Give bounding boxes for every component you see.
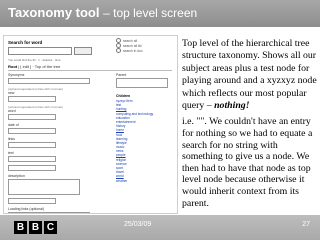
bbc-logo-letter: B	[14, 221, 27, 234]
slide-title-main: Taxonomy tool	[8, 5, 100, 20]
slide-title: Taxonomy tool – top level screen	[8, 5, 197, 21]
search-option-label: search all	[123, 38, 138, 43]
root-line: Root | [ edit ] · Top of the tree	[8, 64, 60, 69]
search-options: search all search all tkt search in doc	[116, 38, 172, 53]
field-input[interactable]	[8, 142, 56, 148]
field-label: links	[8, 137, 16, 141]
slide-title-bar: Taxonomy tool – top level screen	[0, 0, 320, 27]
explanation-text: Top level of the hierarchical tree struc…	[182, 38, 318, 209]
field-input[interactable]	[8, 165, 56, 171]
search-label: Search for word	[8, 40, 43, 45]
field-label: Loading links (optional)	[8, 207, 44, 211]
radio-icon[interactable]	[116, 48, 121, 53]
paragraph-2: i.e. "". We couldn't have an entry for n…	[182, 116, 313, 209]
field-label: Synonyms	[8, 73, 25, 77]
search-option-label: search all tkt	[123, 43, 142, 48]
field-label: new	[8, 91, 15, 95]
search-button[interactable]	[74, 47, 92, 55]
field-label: description	[8, 174, 25, 178]
tree-panel: Parent Children xyzxyz item test hunting co…	[116, 73, 172, 183]
bbc-logo-letter: B	[29, 221, 42, 234]
slide-date: 25/03/09	[124, 221, 152, 228]
edit-form: Synonyms (optional separated entries with…	[8, 73, 108, 213]
field-label: word	[8, 109, 16, 113]
field-input[interactable]	[8, 78, 90, 84]
search-option-label: search in doc	[123, 48, 143, 53]
taxonomy-tool-screenshot: Search for word search all search all tkt…	[3, 35, 178, 214]
bbc-logo-letter: C	[44, 221, 57, 234]
field-input[interactable]	[8, 156, 56, 162]
field-input[interactable]	[8, 114, 56, 120]
divider	[8, 70, 172, 71]
slide-footer: B B C 25/03/09 27	[0, 215, 320, 240]
search-option[interactable]: search in doc	[116, 48, 172, 53]
parent-select[interactable]	[116, 78, 168, 88]
field-input[interactable]	[8, 128, 56, 134]
root-label: Root	[8, 64, 18, 69]
field-label: date of	[8, 123, 19, 127]
bbc-logo: B B C	[14, 221, 57, 234]
info-line: You could find the ID : 1 · deleted · ti…	[8, 58, 61, 62]
root-links[interactable]: | [ edit ] · Top of the tree	[18, 64, 60, 69]
child-node-link[interactable]: weather	[116, 179, 172, 183]
field-input[interactable]	[8, 96, 56, 102]
slide-page-number: 27	[302, 221, 310, 228]
paragraph-1-emphasis: nothing!	[214, 100, 250, 112]
slide-title-sub: – top level screen	[103, 6, 198, 20]
children-list: xyzxyz item test hunting computing and tech…	[116, 99, 172, 183]
description-textarea[interactable]	[8, 179, 80, 195]
field-label: text	[8, 151, 14, 155]
field-input[interactable]	[8, 198, 56, 204]
parent-label: Parent	[116, 73, 127, 77]
field-input[interactable]	[8, 212, 90, 213]
search-input[interactable]	[8, 47, 72, 55]
paragraph-1: Top level of the hierarchical tree struc…	[182, 38, 318, 112]
